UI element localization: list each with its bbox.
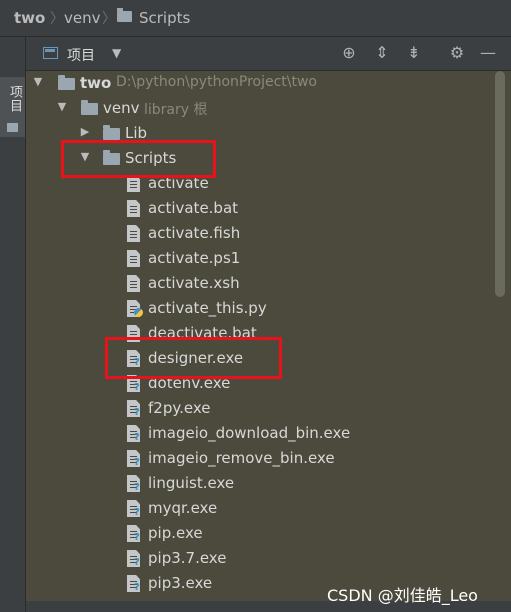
file-name: activate.fish — [148, 224, 241, 242]
breadcrumb-item-venv[interactable]: venv — [64, 9, 101, 27]
chevron-right-icon: 〉 — [102, 11, 116, 27]
tool-window-strip: 项目 — [0, 37, 26, 612]
file-item[interactable]: activate.xsh — [26, 271, 496, 296]
file-item[interactable]: ? pip3.7.exe — [26, 546, 496, 571]
watermark: CSDN @刘佳皓_Leo — [327, 586, 478, 605]
project-view-icon — [43, 47, 58, 59]
file-name: f2py.exe — [148, 399, 211, 417]
unknown-type-icon: ? — [134, 432, 140, 443]
breadcrumb: two 〉 venv 〉 Scripts — [0, 0, 511, 37]
chevron-down-icon[interactable]: ▼ — [56, 100, 68, 113]
chevron-down-icon[interactable]: ▼ — [112, 46, 121, 60]
minimize-icon[interactable]: — — [478, 43, 498, 63]
highlight-box-scripts — [61, 140, 216, 178]
unknown-type-icon: ? — [134, 457, 140, 468]
tree-node-venv[interactable]: ▼ venv library 根 — [26, 96, 496, 121]
highlight-box-designer — [105, 337, 282, 379]
folder-icon — [58, 75, 75, 90]
chevron-down-icon[interactable]: ▼ — [32, 75, 44, 88]
text-file-icon — [127, 250, 140, 267]
file-name: activate.ps1 — [148, 249, 241, 267]
locate-icon[interactable]: ⊕ — [339, 43, 359, 63]
unknown-type-icon: ? — [134, 557, 140, 568]
file-name: activate.xsh — [148, 274, 240, 292]
file-name: linguist.exe — [148, 474, 235, 492]
file-item[interactable]: ? pip.exe — [26, 521, 496, 546]
breadcrumb-item-scripts[interactable]: Scripts — [139, 9, 190, 27]
unknown-type-icon: ? — [134, 532, 140, 543]
folder-icon — [81, 100, 98, 115]
text-file-icon — [127, 200, 140, 217]
chevron-right-icon: 〉 — [50, 11, 64, 27]
file-item[interactable]: ? myqr.exe — [26, 496, 496, 521]
expand-all-icon[interactable]: ⇕ — [372, 43, 392, 63]
file-item[interactable]: ? imageio_download_bin.exe — [26, 421, 496, 446]
folder-icon — [117, 8, 132, 22]
file-name: pip3.7.exe — [148, 549, 227, 567]
project-tool-tab[interactable]: 项目 — [0, 77, 25, 137]
file-item[interactable]: activate.bat — [26, 196, 496, 221]
vertical-scrollbar[interactable] — [495, 71, 505, 297]
tree-node-path: D:\python\pythonProject\two — [116, 74, 317, 90]
file-name: activate.bat — [148, 199, 239, 217]
file-name: pip.exe — [148, 524, 203, 542]
breadcrumb-item-two[interactable]: two — [14, 9, 45, 27]
python-badge-icon — [134, 308, 143, 317]
unknown-type-icon: ? — [134, 507, 140, 518]
file-item[interactable]: activate_this.py — [26, 296, 496, 321]
tree-node-label: two — [80, 74, 112, 92]
unknown-type-icon: ? — [134, 482, 140, 493]
file-item[interactable]: activate.ps1 — [26, 246, 496, 271]
tree-node-label: venv — [103, 99, 140, 117]
file-name: imageio_download_bin.exe — [148, 424, 351, 442]
file-item[interactable]: ? f2py.exe — [26, 396, 496, 421]
chevron-right-icon[interactable]: ▶ — [79, 125, 91, 138]
file-item[interactable]: ? imageio_remove_bin.exe — [26, 446, 496, 471]
unknown-type-icon: ? — [134, 582, 140, 593]
file-item[interactable]: ? linguist.exe — [26, 471, 496, 496]
project-view-label[interactable]: 项目 — [67, 45, 95, 65]
gear-icon[interactable]: ⚙ — [447, 43, 467, 63]
file-name: pip3.exe — [148, 574, 213, 592]
tree-node-meta: library 根 — [144, 102, 208, 118]
text-file-icon — [127, 225, 140, 242]
file-name: activate_this.py — [148, 299, 267, 317]
file-name: imageio_remove_bin.exe — [148, 449, 335, 467]
file-item[interactable]: activate.fish — [26, 221, 496, 246]
text-file-icon — [127, 275, 140, 292]
unknown-type-icon: ? — [134, 407, 140, 418]
file-name: myqr.exe — [148, 499, 218, 517]
collapse-all-icon[interactable]: ⇟ — [404, 43, 424, 63]
project-toolbar: 项目 ▼ ⊕ ⇕ ⇟ ⚙ — — [26, 37, 511, 71]
folder-icon — [103, 125, 120, 140]
project-tab-label: 项目 — [7, 85, 22, 113]
tree-node-root[interactable]: ▼ two D:\python\pythonProject\two — [26, 71, 496, 96]
unknown-type-icon: ? — [134, 382, 140, 393]
folder-icon — [7, 123, 18, 132]
